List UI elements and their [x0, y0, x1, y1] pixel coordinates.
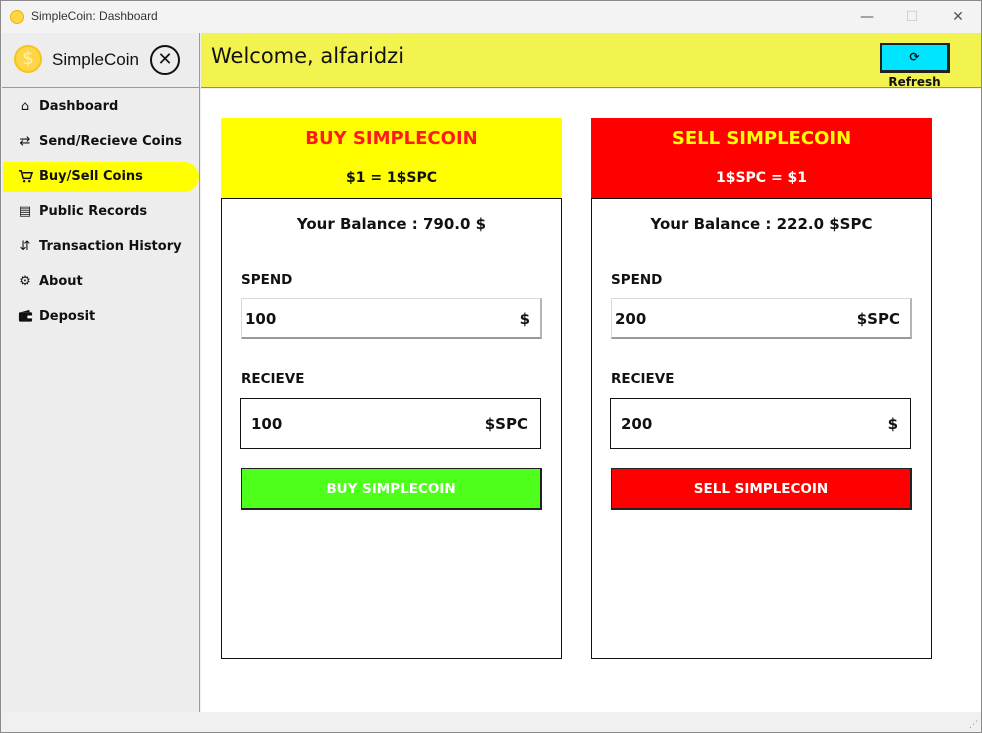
sell-spend-unit: $SPC: [856, 310, 900, 328]
buy-spend-value: 100: [245, 310, 277, 328]
sidebar-item-dashboard[interactable]: ⌂ Dashboard: [3, 92, 199, 122]
sidebar-item-label: Transaction History: [39, 239, 182, 254]
buy-receive-label: RECIEVE: [241, 371, 305, 387]
sidebar-item-about[interactable]: ⚙ About: [3, 267, 199, 297]
buy-spend-unit: $: [519, 310, 530, 328]
wallet-icon: [17, 309, 33, 325]
title-bar[interactable]: SimpleCoin: Dashboard — ☐ ✕: [1, 1, 981, 33]
transfer-icon: ⇄: [19, 134, 31, 149]
sell-spend-input[interactable]: 200 $SPC: [611, 298, 912, 339]
buy-spend-input[interactable]: 100 $: [241, 298, 542, 339]
sell-receive-value: 200: [621, 415, 653, 433]
maximize-button[interactable]: ☐: [898, 6, 926, 28]
sell-receive-label: RECIEVE: [611, 371, 675, 387]
sidebar-item-transaction-history[interactable]: ⇵ Transaction History: [3, 232, 199, 262]
buy-panel-title: BUY SIMPLECOIN: [305, 128, 478, 149]
buy-simplecoin-button[interactable]: BUY SIMPLECOIN: [241, 468, 542, 510]
brand-name: SimpleCoin: [52, 50, 139, 69]
sidebar-item-label: Buy/Sell Coins: [39, 169, 143, 184]
header-bar: Welcome, alfaridzi ⟳ Refresh: [201, 33, 981, 89]
sidebar-item-public-records[interactable]: ▤ Public Records: [3, 197, 199, 227]
app-coin-icon: [10, 10, 24, 24]
resize-grip-icon[interactable]: ⋰: [969, 720, 979, 730]
sell-rate: 1$SPC = $1: [715, 170, 808, 186]
sell-panel-title: SELL SIMPLECOIN: [671, 128, 852, 149]
buy-panel: BUY SIMPLECOIN $1 = 1$SPC Your Balance :…: [221, 118, 562, 659]
sidebar-item-label: Deposit: [39, 309, 96, 324]
buy-spend-label: SPEND: [241, 272, 293, 288]
sidebar-item-buy-sell[interactable]: Buy/Sell Coins: [3, 162, 199, 192]
sell-receive-field: 200 $: [610, 398, 911, 449]
main-content: BUY SIMPLECOIN $1 = 1$SPC Your Balance :…: [201, 89, 981, 712]
sell-panel: SELL SIMPLECOIN 1$SPC = $1 Your Balance …: [591, 118, 932, 659]
refresh-icon: ⟳: [909, 50, 920, 64]
buy-receive-field: 100 $SPC: [240, 398, 541, 449]
app-window: SimpleCoin: Dashboard — ☐ ✕ $ SimpleCoin…: [0, 0, 982, 733]
sidebar-item-label: About: [39, 274, 83, 289]
sell-receive-unit: $: [887, 415, 898, 433]
sell-spend-value: 200: [615, 310, 647, 328]
sidebar-item-deposit[interactable]: Deposit: [3, 302, 199, 332]
refresh-button[interactable]: ⟳ Refresh: [880, 43, 950, 89]
buy-panel-header: BUY SIMPLECOIN $1 = 1$SPC: [221, 118, 562, 199]
coin-icon: $: [14, 45, 42, 73]
sidebar: $ SimpleCoin ✕ ⌂ Dashboard ⇄ Send/Reciev…: [2, 33, 200, 712]
sell-spend-label: SPEND: [611, 272, 663, 288]
cart-icon: [17, 169, 33, 185]
buy-receive-value: 100: [251, 415, 283, 433]
welcome-text: Welcome, alfaridzi: [211, 44, 405, 68]
sidebar-close-icon[interactable]: ✕: [150, 45, 180, 75]
sidebar-brand: $ SimpleCoin ✕: [2, 33, 200, 88]
sidebar-item-label: Dashboard: [39, 99, 119, 114]
history-icon: ⇵: [19, 239, 31, 254]
window-title: SimpleCoin: Dashboard: [31, 9, 158, 23]
sell-panel-header: SELL SIMPLECOIN 1$SPC = $1: [591, 118, 932, 199]
gear-icon: ⚙: [19, 274, 31, 289]
buy-rate: $1 = 1$SPC: [345, 170, 438, 186]
minimize-button[interactable]: —: [853, 6, 881, 28]
sidebar-item-label: Public Records: [39, 204, 148, 219]
buy-receive-unit: $SPC: [484, 415, 528, 433]
refresh-label: Refresh: [888, 75, 941, 89]
buy-balance: Your Balance : 790.0 $: [296, 215, 487, 233]
sell-simplecoin-button[interactable]: SELL SIMPLECOIN: [611, 468, 912, 510]
sidebar-item-label: Send/Recieve Coins: [39, 134, 183, 149]
home-icon: ⌂: [20, 99, 30, 114]
window-close-button[interactable]: ✕: [944, 6, 972, 28]
sell-balance: Your Balance : 222.0 $SPC: [650, 215, 873, 233]
sidebar-item-send-recieve[interactable]: ⇄ Send/Recieve Coins: [3, 127, 199, 157]
records-icon: ▤: [18, 204, 32, 219]
